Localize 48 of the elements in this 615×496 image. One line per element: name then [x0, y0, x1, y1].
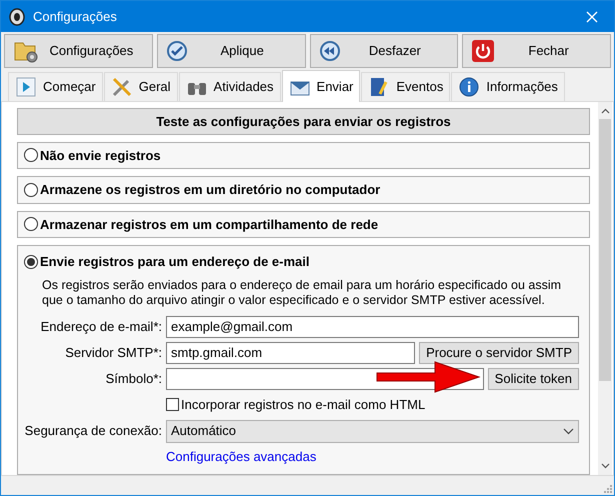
scroll-up-icon[interactable] [600, 108, 610, 114]
tab[interactable]: Atividades [178, 72, 281, 101]
field-label: Endereço de e-mail*: [40, 318, 162, 336]
toolbar-button[interactable]: Aplique [156, 34, 306, 68]
scrollbar-thumb[interactable] [599, 119, 611, 381]
rewind-icon [318, 40, 340, 62]
option-label[interactable]: Não envie registros [40, 146, 161, 166]
tools-icon [110, 76, 133, 98]
document-pen-icon [368, 76, 390, 98]
toolbar-button[interactable]: Configurações [4, 34, 153, 68]
play-icon [15, 76, 37, 98]
tab[interactable]: Começar [8, 72, 103, 101]
field-action-button[interactable]: Solicite token [488, 368, 579, 390]
input-field[interactable]: example@gmail.com [166, 316, 579, 338]
info-icon [458, 76, 480, 98]
toolbar-button[interactable]: Desfazer [310, 34, 458, 68]
radio-button[interactable] [24, 148, 38, 162]
field-label: Servidor SMTP*: [64, 344, 162, 362]
power-icon [471, 39, 496, 63]
resize-grip-icon[interactable] [602, 483, 612, 493]
checkbox[interactable] [166, 398, 179, 412]
window-title: Configurações [33, 8, 117, 26]
option-label[interactable]: Armazene os registros em um diretório no computador [40, 180, 380, 200]
radio-button[interactable] [24, 217, 38, 232]
scrollbar[interactable] [598, 102, 612, 475]
radio-button[interactable] [24, 254, 38, 269]
tab[interactable]: Eventos [361, 72, 450, 101]
tab[interactable]: Informações [451, 72, 565, 101]
scroll-down-icon[interactable] [600, 463, 610, 469]
chevron-down-icon [563, 428, 574, 435]
security-dropdown[interactable]: Automático [166, 420, 579, 443]
radio-button[interactable] [24, 182, 38, 197]
checkbox-label[interactable]: Incorporar registros no e-mail como HTML [181, 394, 426, 414]
option-label[interactable]: Envie registros para um endereço de e-mail [40, 252, 310, 272]
option-label[interactable]: Armazenar registros em um compartilhamento de rede [40, 214, 378, 234]
close-icon[interactable] [586, 10, 598, 22]
tab[interactable]: Enviar [282, 70, 360, 102]
input-field[interactable]: smtp.gmail.com [166, 342, 416, 364]
toolbar-button[interactable]: Fechar [462, 34, 611, 68]
tab[interactable]: Geral [104, 72, 178, 101]
app-logo-icon [9, 8, 25, 26]
description-text: Os registros serão enviados para o endereço de email para um horário especificado ou assim que o tamanho do arquivo atingir o valor especificado e o servidor SMTP estiver acessível. [41, 278, 562, 308]
checkmark-icon [166, 40, 188, 62]
field-label: Segurança de conexão: [24, 422, 162, 440]
advanced-settings-link[interactable]: Configurações avançadas [166, 446, 579, 466]
field-action-button[interactable]: Procure o servidor SMTP [419, 342, 579, 364]
test-settings-button[interactable]: Teste as configurações para enviar os registros [17, 108, 590, 135]
field-label: Símbolo*: [104, 370, 162, 388]
